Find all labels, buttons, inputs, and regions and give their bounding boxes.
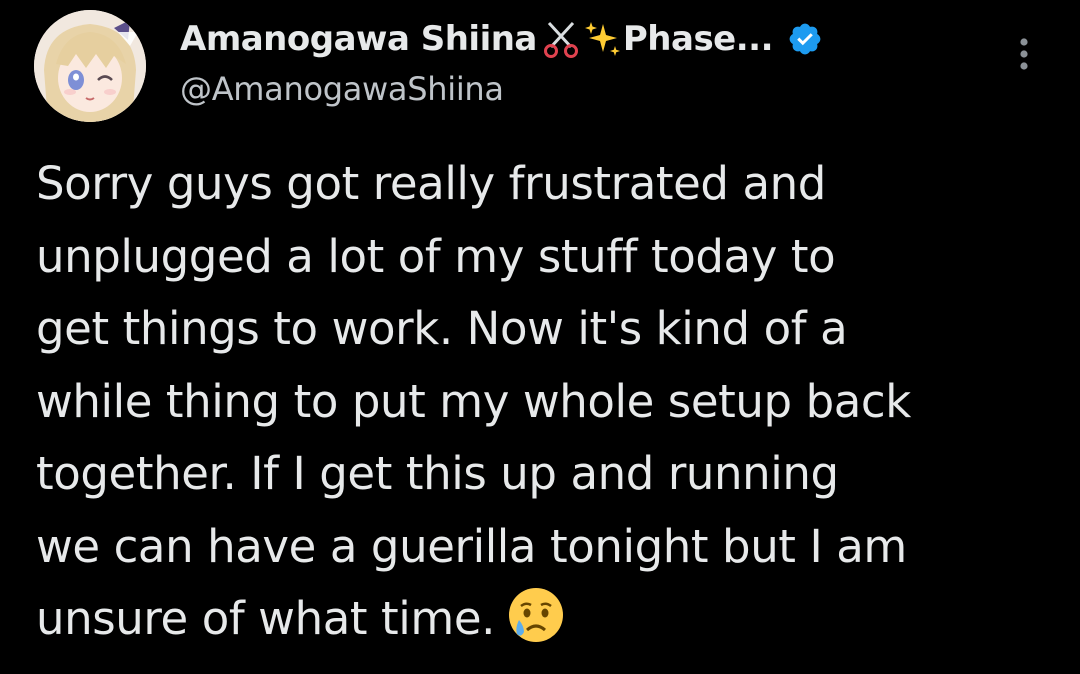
tweet-text: Sorry guys got really frustrated and unp…: [36, 148, 1076, 656]
tweet: Amanogawa Shiina Phase... @AmanogawaShii…: [0, 0, 1080, 674]
avatar[interactable]: [34, 10, 146, 122]
display-name-suffix[interactable]: Phase...: [623, 19, 774, 59]
crying-face-icon: [509, 588, 564, 642]
author-info: Amanogawa Shiina Phase... @AmanogawaShii…: [180, 10, 980, 108]
sparkles-icon: [584, 22, 620, 56]
scissors-icon: [543, 21, 578, 58]
verified-badge-icon[interactable]: [787, 21, 823, 57]
handle[interactable]: @AmanogawaShiina: [180, 70, 980, 108]
display-name[interactable]: Amanogawa Shiina: [180, 19, 537, 59]
avatar-image: [34, 10, 146, 122]
tweet-body: Sorry guys got really frustrated and unp…: [36, 157, 911, 645]
name-row[interactable]: Amanogawa Shiina Phase...: [180, 10, 980, 68]
more-options-icon[interactable]: [1004, 34, 1044, 74]
